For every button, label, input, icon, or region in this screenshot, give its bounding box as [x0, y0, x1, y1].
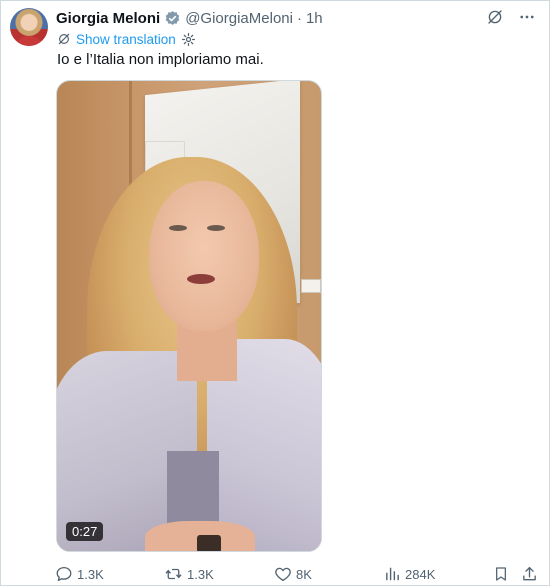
avatar[interactable] [10, 8, 48, 46]
gear-icon[interactable] [181, 32, 196, 47]
verified-badge-icon[interactable] [164, 10, 181, 27]
video-subject [149, 181, 259, 331]
repost-icon [164, 565, 183, 583]
translation-row: Show translation [57, 30, 196, 48]
share-button[interactable] [521, 563, 538, 585]
header-actions [486, 8, 536, 26]
bookmark-icon [493, 565, 509, 583]
timestamp[interactable]: 1h [306, 10, 323, 27]
repost-button[interactable]: 1.3K [164, 563, 214, 585]
reply-button[interactable]: 1.3K [55, 563, 104, 585]
views-button[interactable]: 284K [384, 563, 435, 585]
like-count: 8K [296, 566, 312, 582]
reply-icon [55, 565, 73, 583]
grok-icon[interactable] [486, 8, 504, 26]
tweet-header: Giorgia Meloni @GiorgiaMeloni · 1h [56, 8, 323, 28]
bookmark-button[interactable] [493, 563, 509, 585]
translate-icon [57, 32, 71, 46]
like-button[interactable]: 8K [274, 563, 312, 585]
show-translation-link[interactable]: Show translation [76, 32, 176, 47]
reply-count: 1.3K [77, 566, 104, 582]
more-icon[interactable] [518, 8, 536, 26]
repost-count: 1.3K [187, 566, 214, 582]
share-icon [521, 565, 538, 583]
views-icon [384, 565, 401, 583]
action-bar: 1.3K 1.3K 8K 284K [0, 563, 550, 585]
video-duration: 0:27 [66, 522, 104, 541]
tweet-text: Io e l’Italia non imploriamo mai. [57, 51, 264, 68]
heart-icon [274, 565, 292, 583]
author-name[interactable]: Giorgia Meloni [56, 10, 160, 27]
separator-dot: · [296, 9, 302, 27]
video-player[interactable] [56, 80, 322, 552]
author-handle[interactable]: @GiorgiaMeloni [185, 10, 293, 27]
views-count: 284K [405, 566, 436, 582]
